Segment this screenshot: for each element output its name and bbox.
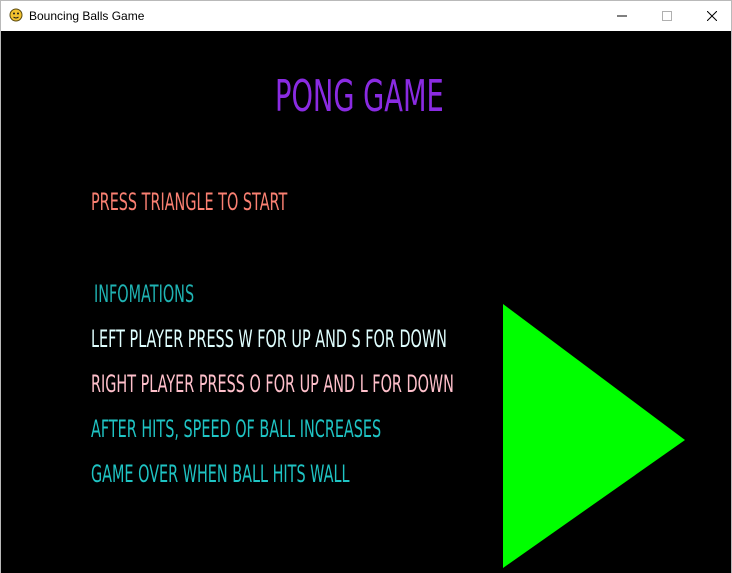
minimize-button[interactable]	[599, 1, 644, 31]
start-triangle-button[interactable]	[501, 303, 687, 569]
close-icon	[706, 11, 717, 21]
info-heading: INFOMATIONS	[94, 280, 195, 308]
minimize-icon	[616, 15, 627, 17]
info-line-left-controls: LEFT PLAYER PRESS W FOR UP AND S FOR DOW…	[91, 325, 447, 353]
start-prompt: PRESS TRIANGLE TO START	[91, 188, 288, 216]
game-canvas[interactable]: PONG GAME PRESS TRIANGLE TO START INFOMA…	[1, 31, 731, 573]
maximize-icon	[661, 11, 672, 21]
maximize-button[interactable]	[644, 1, 689, 31]
game-window: Bouncing Balls Game PONG GAME PRESS TRIA…	[0, 0, 732, 573]
game-title: PONG GAME	[275, 71, 444, 122]
info-line-game-over: GAME OVER WHEN BALL HITS WALL	[91, 460, 350, 488]
close-button[interactable]	[689, 1, 732, 31]
title-bar[interactable]: Bouncing Balls Game	[1, 1, 731, 31]
info-line-right-controls: RIGHT PLAYER PRESS O FOR UP AND L FOR DO…	[91, 370, 454, 398]
play-triangle-icon[interactable]	[503, 304, 685, 568]
info-line-speed: AFTER HITS, SPEED OF BALL INCREASES	[91, 415, 382, 443]
pygame-snake-icon	[9, 8, 23, 22]
window-title: Bouncing Balls Game	[29, 9, 145, 23]
